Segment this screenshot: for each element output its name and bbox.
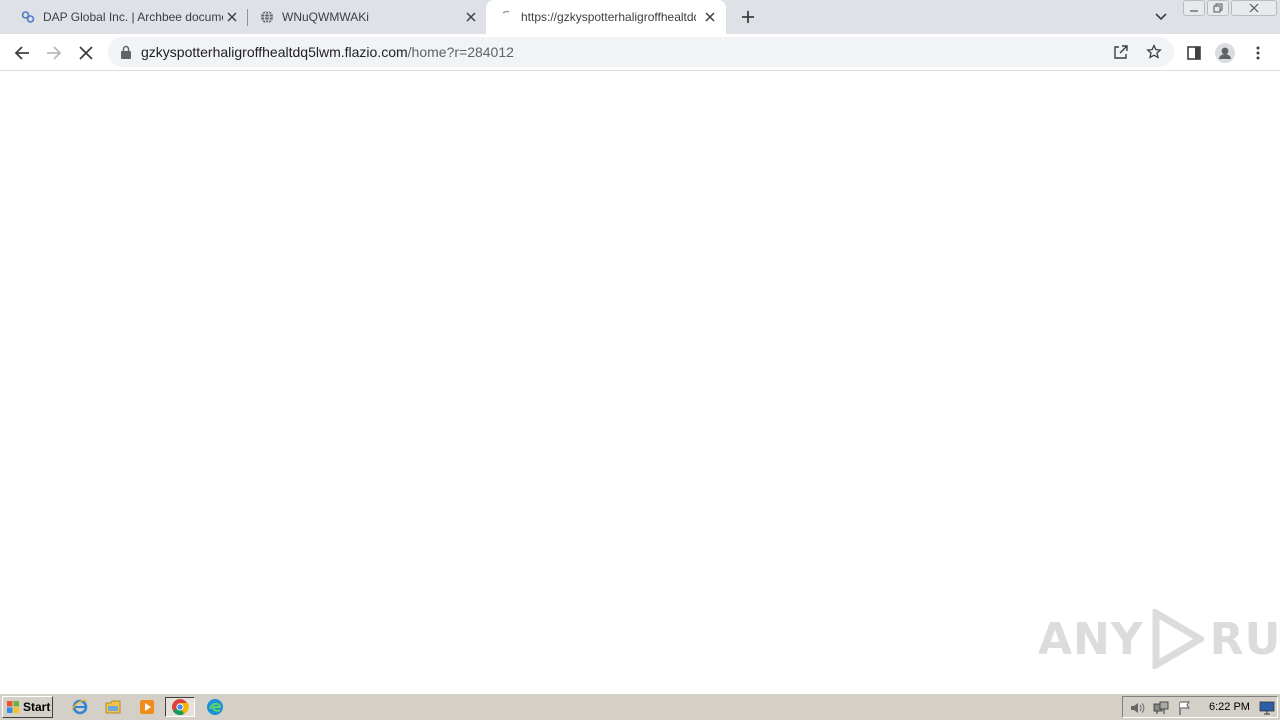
bookmark-button[interactable]: [1145, 43, 1163, 61]
stop-icon: [79, 46, 93, 60]
side-panel-button[interactable]: [1183, 42, 1205, 64]
close-tab-icon[interactable]: [463, 9, 479, 25]
globe-icon: [261, 10, 273, 24]
url-host: gzkyspotterhaligroffhealtdq5lwm.flazio.c…: [141, 44, 408, 60]
restore-icon: [1213, 3, 1223, 13]
windows-logo-icon: [7, 701, 19, 713]
forward-button[interactable]: [43, 42, 65, 64]
share-icon: [1114, 45, 1128, 59]
windows-taskbar: Start 6:22 PM: [0, 693, 1280, 720]
taskbar-explorer[interactable]: [102, 697, 124, 717]
window-controls: [1183, 0, 1279, 18]
tray-network[interactable]: [1153, 700, 1169, 716]
media-player-icon: [140, 700, 154, 714]
taskbar-ie[interactable]: [69, 697, 91, 717]
clock[interactable]: 6:22 PM: [1209, 701, 1250, 713]
url-text[interactable]: gzkyspotterhaligroffhealtdq5lwm.flazio.c…: [141, 44, 514, 60]
tray-action-center[interactable]: [1177, 700, 1193, 716]
close-tab-icon[interactable]: [224, 9, 240, 25]
play-logo-icon: [1152, 609, 1204, 669]
tab-active-page[interactable]: https://gzkyspotterhaligroffhealtdq5: [486, 0, 726, 34]
archbee-link-icon: [21, 11, 35, 23]
close-window-button[interactable]: [1231, 0, 1277, 16]
network-icon: [1153, 701, 1169, 714]
arrow-left-icon: [14, 46, 29, 60]
chevron-down-icon: [1155, 13, 1167, 21]
taskbar-chrome[interactable]: [165, 697, 195, 717]
system-tray: 6:22 PM: [1122, 696, 1278, 718]
tab-title: https://gzkyspotterhaligroffhealtdq5: [521, 10, 696, 24]
browser-toolbar: gzkyspotterhaligroffhealtdq5lwm.flazio.c…: [0, 34, 1280, 71]
new-tab-button[interactable]: [738, 7, 758, 27]
tab-title: DAP Global Inc. | Archbee document: [43, 10, 223, 24]
flag-icon: [1179, 701, 1190, 715]
file-explorer-icon: [105, 700, 121, 714]
restore-button[interactable]: [1207, 0, 1229, 16]
edge-icon: [207, 699, 223, 715]
tab-title: WNuQWMWAKi: [282, 10, 369, 24]
monitor-icon: [1259, 701, 1275, 715]
chrome-icon: [172, 699, 189, 715]
star-icon: [1146, 44, 1162, 59]
speaker-icon: [1131, 703, 1145, 713]
arrow-right-icon: [47, 46, 62, 60]
watermark-text-left: ANY: [1038, 613, 1144, 665]
tab-wnuqwmwaki[interactable]: WNuQWMWAKi: [239, 0, 485, 34]
back-button[interactable]: [11, 42, 33, 64]
side-panel-icon: [1187, 46, 1201, 60]
loading-icon: [502, 10, 510, 14]
stop-loading-button[interactable]: [75, 42, 97, 64]
internet-explorer-icon: [71, 699, 88, 715]
watermark-text-right: RUN: [1209, 613, 1280, 665]
taskbar-media-player[interactable]: [136, 697, 158, 717]
show-desktop-button[interactable]: [1259, 700, 1275, 716]
share-button[interactable]: [1112, 43, 1130, 61]
browser-menu-button[interactable]: [1247, 42, 1269, 64]
plus-icon: [742, 11, 754, 23]
tab-archbee[interactable]: DAP Global Inc. | Archbee document: [0, 0, 246, 34]
tab-search-button[interactable]: [1152, 8, 1170, 26]
anyrun-watermark: ANY RUN: [1038, 608, 1280, 670]
profile-button[interactable]: [1214, 42, 1236, 64]
start-label: Start: [23, 700, 51, 714]
tray-volume[interactable]: [1129, 700, 1145, 716]
start-button[interactable]: Start: [2, 696, 53, 718]
kebab-menu-icon: [1256, 46, 1260, 60]
close-tab-icon[interactable]: [702, 9, 718, 25]
close-icon: [1249, 3, 1259, 13]
avatar-icon: [1215, 43, 1235, 63]
minimize-button[interactable]: [1183, 0, 1205, 16]
url-path: /home?r=284012: [407, 44, 514, 60]
tab-strip: DAP Global Inc. | Archbee document WNuQW…: [0, 0, 1280, 34]
taskbar-edge[interactable]: [204, 697, 226, 717]
address-bar[interactable]: gzkyspotterhaligroffhealtdq5lwm.flazio.c…: [108, 37, 1174, 67]
page-content: ANY RUN: [0, 72, 1280, 692]
minimize-icon: [1190, 10, 1198, 12]
lock-icon: [121, 45, 131, 59]
